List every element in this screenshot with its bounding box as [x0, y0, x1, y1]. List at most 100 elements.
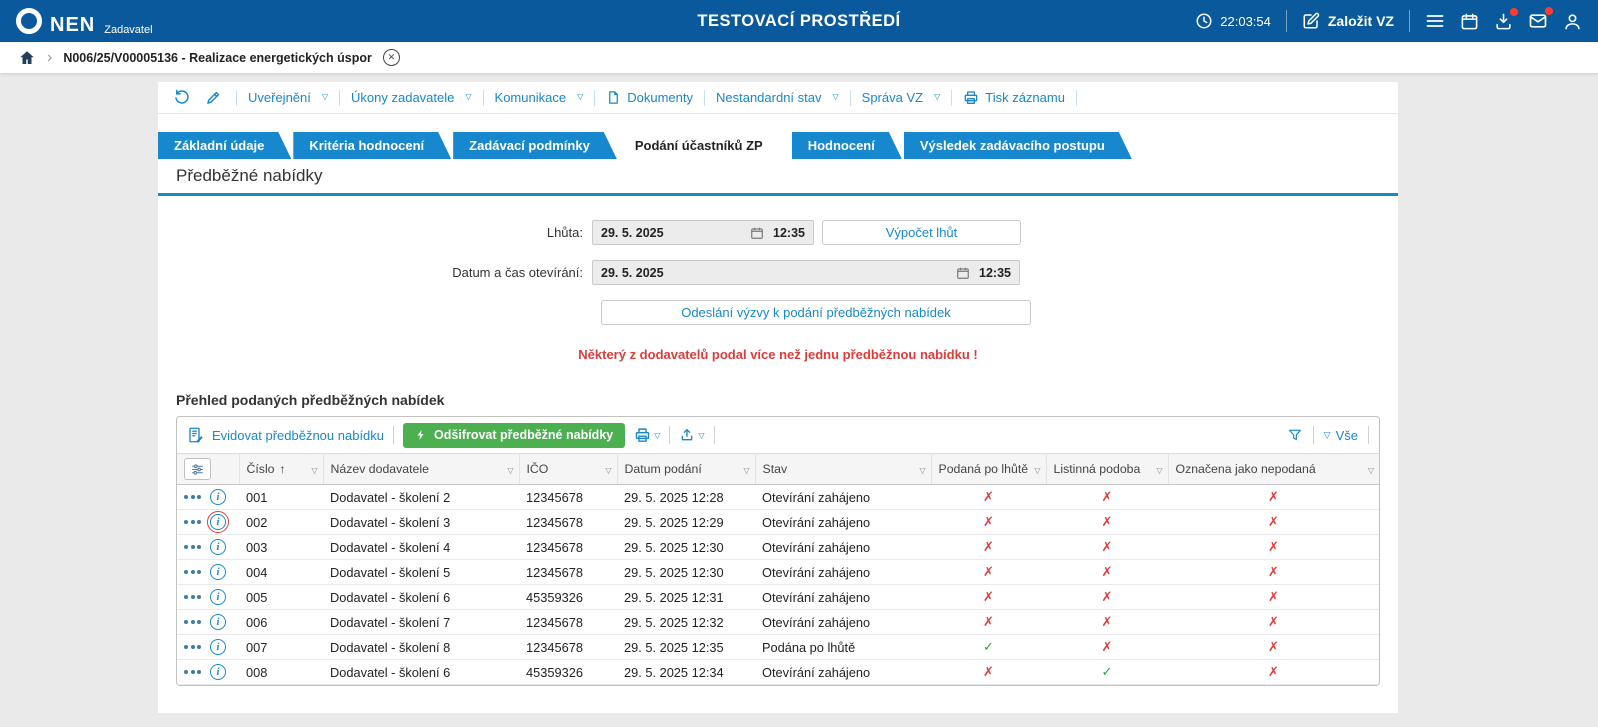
send-invitation-button[interactable]: Odeslání výzvy k podání předběžných nabí… — [601, 300, 1031, 325]
decrypt-bids-button[interactable]: Odšifrovat předběžné nabídky — [403, 422, 626, 448]
toolbar-item-uverejneni[interactable]: Uveřejnění — [244, 90, 332, 105]
opening-time-value: 12:35 — [979, 265, 1011, 280]
grid-header-ico[interactable]: IČO — [519, 453, 618, 485]
table-row[interactable]: i 005 Dodavatel - školení 6 45359326 29.… — [177, 584, 1379, 610]
history-icon[interactable] — [166, 89, 198, 107]
export-menu[interactable] — [679, 427, 704, 443]
row-menu-icon[interactable] — [184, 545, 201, 549]
column-filter-icon[interactable] — [1156, 462, 1162, 476]
page-title: Předběžné nabídky — [176, 166, 323, 185]
column-filter-icon[interactable] — [919, 462, 925, 476]
register-bid-link[interactable]: Evidovat předběžnou nabídku — [187, 426, 384, 444]
tab-podani-ucastniku-zp[interactable]: Podání účastníků ZP — [619, 132, 790, 159]
column-filter-icon[interactable] — [1034, 462, 1040, 476]
tab-hodnoceni[interactable]: Hodnocení — [792, 132, 902, 159]
calendar-icon[interactable] — [750, 226, 764, 240]
duplicate-bid-warning: Některý z dodavatelů podal více než jedn… — [578, 347, 978, 362]
column-filter-icon[interactable] — [507, 462, 513, 476]
toolbar-separator — [669, 426, 671, 444]
section-header: Předběžné nabídky — [158, 159, 1398, 196]
table-row[interactable]: i 004 Dodavatel - školení 5 12345678 29.… — [177, 559, 1379, 585]
nen-logo[interactable]: NEN Zadavatel — [16, 7, 153, 36]
table-row[interactable]: i 002 Dodavatel - školení 3 12345678 29.… — [177, 509, 1379, 535]
filter-icon[interactable] — [1287, 427, 1303, 443]
lightning-icon — [417, 430, 424, 440]
row-menu-icon[interactable] — [184, 670, 201, 674]
row-menu-icon[interactable] — [184, 595, 201, 599]
breadcrumb: › N006/25/V00005136 - Realizace energeti… — [0, 42, 1598, 73]
menu-icon[interactable] — [1425, 11, 1445, 31]
grid-header-po-lhute[interactable]: Podaná po lhůtě — [931, 453, 1047, 485]
table-row[interactable]: i 001 Dodavatel - školení 2 12345678 29.… — [177, 484, 1379, 510]
info-icon[interactable]: i — [210, 564, 226, 580]
info-icon[interactable]: i — [207, 511, 229, 533]
cell-datum: 29. 5. 2025 12:31 — [617, 584, 755, 610]
toolbar-item-ukony-zadavatele[interactable]: Úkony zadavatele — [347, 90, 476, 105]
bids-table: Číslo↑ Název dodavatele IČO Datum podání… — [177, 453, 1379, 685]
tab-vysledek-zadavaciho-postupu[interactable]: Výsledek zadávacího postupu — [904, 132, 1132, 159]
toolbar-item-komunikace[interactable]: Komunikace — [491, 90, 588, 105]
grid-header-datum[interactable]: Datum podání — [617, 453, 756, 485]
table-row[interactable]: i 008 Dodavatel - školení 6 45359326 29.… — [177, 659, 1379, 685]
user-icon[interactable] — [1563, 12, 1582, 31]
toolbar-item-tisk-zaznamu[interactable]: Tisk záznamu — [959, 90, 1069, 106]
view-all-dropdown[interactable]: Vše — [1324, 428, 1358, 443]
column-filter-icon[interactable] — [1368, 462, 1374, 476]
cell-datum: 29. 5. 2025 12:30 — [617, 534, 755, 560]
row-menu-icon[interactable] — [184, 495, 201, 499]
toolbar-item-dokumenty[interactable]: Dokumenty — [602, 90, 697, 105]
table-row[interactable]: i 006 Dodavatel - školení 7 12345678 29.… — [177, 609, 1379, 635]
calendar-icon[interactable] — [956, 266, 970, 280]
table-row[interactable]: i 007 Dodavatel - školení 8 12345678 29.… — [177, 634, 1379, 660]
toolbar-item-sprava-vz[interactable]: Správa VZ — [858, 90, 945, 105]
toolbar-item-label: Úkony zadavatele — [351, 90, 455, 105]
view-all-label: Vše — [1335, 427, 1358, 443]
grid-header-listinna[interactable]: Listinná podoba — [1046, 453, 1169, 485]
downloads-icon[interactable] — [1494, 7, 1518, 31]
cell-po-lhute: ✓ — [931, 634, 1046, 660]
grid-header-nazev[interactable]: Název dodavatele — [323, 453, 520, 485]
grid-header-cislo[interactable]: Číslo ↑ — [239, 453, 324, 485]
toolbar-separator — [1312, 426, 1314, 444]
cell-stav: Otevírání zahájeno — [755, 559, 931, 585]
calc-deadlines-button[interactable]: Výpočet lhůt — [822, 220, 1021, 245]
tab-zakladni-udaje[interactable]: Základní údaje — [158, 132, 291, 159]
tab-kriteria-hodnoceni[interactable]: Kritéria hodnocení — [293, 132, 451, 159]
opening-datetime-input[interactable]: 29. 5. 2025 12:35 — [592, 260, 1020, 285]
deadline-datetime-input[interactable]: 29. 5. 2025 12:35 — [592, 220, 814, 245]
cell-listinna: ✗ — [1046, 634, 1168, 660]
home-icon[interactable] — [18, 49, 36, 67]
edit-pencil-icon[interactable] — [198, 89, 229, 106]
deadline-time-value: 12:35 — [773, 225, 805, 240]
column-settings-icon[interactable] — [184, 458, 211, 480]
row-menu-icon[interactable] — [184, 645, 201, 649]
breadcrumb-close-icon[interactable]: ✕ — [382, 49, 400, 66]
column-filter-icon[interactable] — [605, 462, 611, 476]
mail-icon[interactable] — [1528, 7, 1553, 31]
row-menu-icon[interactable] — [184, 620, 201, 624]
row-menu-icon[interactable] — [184, 520, 201, 524]
info-icon[interactable]: i — [210, 589, 226, 605]
toolbar-item-nestandardni-stav[interactable]: Nestandardní stav — [712, 90, 843, 105]
column-filter-icon[interactable] — [311, 462, 317, 476]
calendar-icon[interactable] — [1460, 12, 1479, 31]
cell-nepodana: ✗ — [1168, 634, 1379, 660]
toolbar-separator — [1368, 426, 1369, 444]
column-filter-icon[interactable] — [743, 462, 749, 476]
info-icon[interactable]: i — [210, 489, 226, 505]
grid-header-nepodana[interactable]: Označena jako nepodaná — [1168, 453, 1379, 485]
info-icon[interactable]: i — [210, 539, 226, 555]
info-icon[interactable]: i — [210, 664, 226, 680]
bids-grid: Evidovat předběžnou nabídku Odšifrovat p… — [176, 416, 1380, 686]
row-menu-icon[interactable] — [184, 570, 201, 574]
tab-zadavaci-podminky[interactable]: Zadávací podmínky — [453, 132, 617, 159]
info-icon[interactable]: i — [210, 639, 226, 655]
create-vz-button[interactable]: Založit VZ — [1302, 12, 1394, 30]
table-row[interactable]: i 003 Dodavatel - školení 4 12345678 29.… — [177, 534, 1379, 560]
grid-header-stav[interactable]: Stav — [755, 453, 932, 485]
cell-ico: 12345678 — [519, 509, 617, 535]
info-icon[interactable]: i — [210, 614, 226, 630]
print-menu[interactable] — [634, 427, 660, 444]
breadcrumb-item[interactable]: N006/25/V00005136 - Realizace energetick… — [63, 51, 372, 65]
cell-listinna: ✓ — [1046, 659, 1168, 685]
